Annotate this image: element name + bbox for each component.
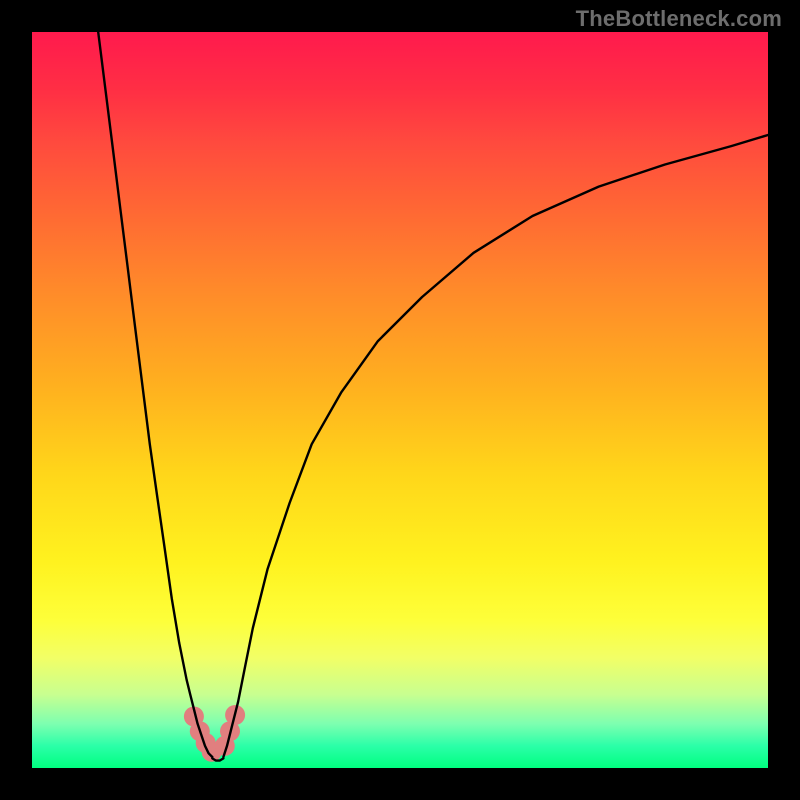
watermark-text: TheBottleneck.com — [576, 6, 782, 32]
right-curve — [223, 135, 768, 757]
left-curve — [98, 32, 212, 757]
chart-frame: TheBottleneck.com — [0, 0, 800, 800]
curve-layer — [32, 32, 768, 768]
plot-area — [32, 32, 768, 768]
